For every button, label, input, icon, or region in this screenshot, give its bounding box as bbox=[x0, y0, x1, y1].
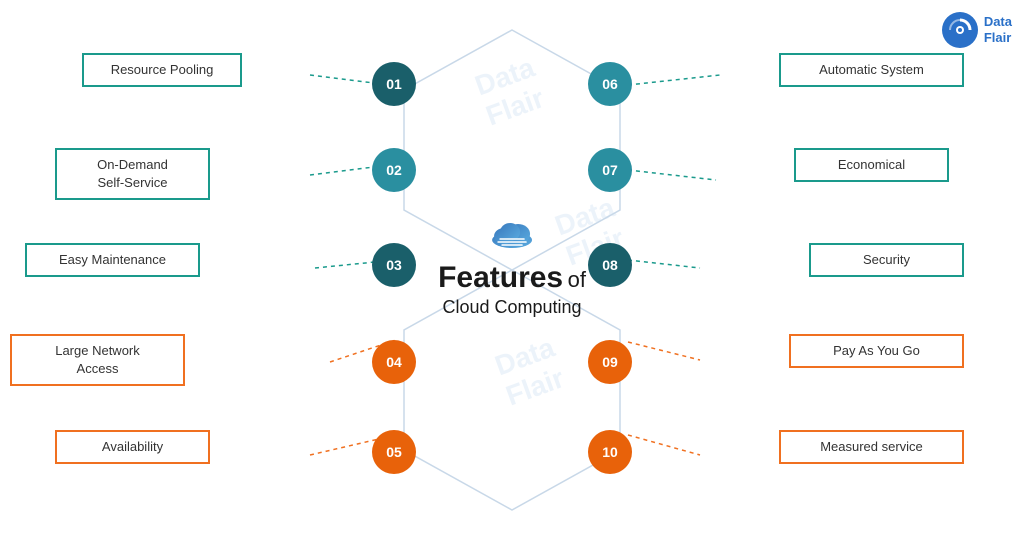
logo-text: Data Flair bbox=[984, 14, 1012, 45]
circle-06: 06 bbox=[588, 62, 632, 106]
feature-label: On-DemandSelf-Service bbox=[97, 157, 168, 190]
feature-box-large-network: Large NetworkAccess bbox=[10, 334, 185, 386]
feature-label: Resource Pooling bbox=[111, 62, 214, 77]
feature-box-economical: Economical bbox=[794, 148, 949, 182]
circle-07: 07 bbox=[588, 148, 632, 192]
center-label: Features of Cloud Computing bbox=[438, 218, 586, 318]
feature-box-security: Security bbox=[809, 243, 964, 277]
circle-10: 10 bbox=[588, 430, 632, 474]
feature-label: Measured service bbox=[820, 439, 923, 454]
feature-box-ondemand: On-DemandSelf-Service bbox=[55, 148, 210, 200]
feature-label: Economical bbox=[838, 157, 905, 172]
watermark-3: DataFlair bbox=[491, 332, 570, 413]
feature-box-automatic-system: Automatic System bbox=[779, 53, 964, 87]
circle-05: 05 bbox=[372, 430, 416, 474]
feature-label: Easy Maintenance bbox=[59, 252, 166, 267]
feature-label: Security bbox=[863, 252, 910, 267]
feature-label: Availability bbox=[102, 439, 163, 454]
circle-08: 08 bbox=[588, 243, 632, 287]
feature-box-resource-pooling: Resource Pooling bbox=[82, 53, 242, 87]
circle-02: 02 bbox=[372, 148, 416, 192]
feature-box-pay-as-you-go: Pay As You Go bbox=[789, 334, 964, 368]
feature-label: Automatic System bbox=[819, 62, 924, 77]
feature-label: Large NetworkAccess bbox=[55, 343, 140, 376]
feature-box-easy-maintenance: Easy Maintenance bbox=[25, 243, 200, 277]
dataflair-logo: Data Flair bbox=[942, 12, 1012, 48]
feature-box-measured-service: Measured service bbox=[779, 430, 964, 464]
logo-circle bbox=[942, 12, 978, 48]
cloud-computing-label: Cloud Computing bbox=[438, 297, 586, 318]
circle-04: 04 bbox=[372, 340, 416, 384]
features-title: Features of bbox=[438, 261, 586, 295]
feature-box-availability: Availability bbox=[55, 430, 210, 464]
circle-09: 09 bbox=[588, 340, 632, 384]
circle-01: 01 bbox=[372, 62, 416, 106]
watermark-1: DataFlair bbox=[471, 52, 550, 133]
circle-03: 03 bbox=[372, 243, 416, 287]
cloud-icon bbox=[438, 218, 586, 257]
feature-label: Pay As You Go bbox=[833, 343, 920, 358]
